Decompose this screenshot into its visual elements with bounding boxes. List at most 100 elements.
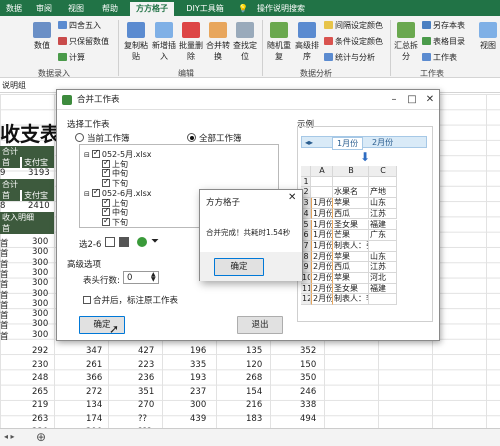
round-icon [58,21,67,29]
example-cell: 1月份 [311,208,333,220]
radio-selected-icon [187,133,196,142]
stats-button[interactable]: 统计与分析 [324,52,375,63]
example-cell: 水果名 [333,187,369,199]
radio-all-workbooks[interactable]: 全部工作簿 [187,132,242,144]
cell-value: 183 [246,413,263,424]
row-number: 11 [301,283,311,295]
advanced-options-label: 高级选项 [67,260,102,270]
cell-value: 154 [246,386,263,397]
find-locate-button[interactable]: 查找定位 [231,22,259,62]
sheet-nav-icon[interactable]: ◂ ▸ [4,432,24,442]
example-row: 8 2月份 苹果 山东 [301,251,397,263]
tree-node-label: 上旬 [112,159,128,169]
merge-convert-button[interactable]: 合并转换 [204,22,232,62]
view-button[interactable]: 视图 [476,22,500,51]
example-row: 102月份苹果河北 [301,273,397,284]
summary-split-button[interactable]: 汇总拆分 [392,22,420,62]
cell-value: 338 [300,400,317,410]
checkbox-icon[interactable] [102,177,110,188]
cell-value: 3193 [28,168,50,178]
number-button[interactable]: 数值 [30,22,54,51]
cell-value: 236 [138,373,155,383]
tab-data[interactable]: 数据 [0,2,28,16]
checkbox-icon [83,296,91,304]
batch-delete-button[interactable]: 批量删除 [177,22,205,62]
example-cell [311,187,333,199]
advanced-sort-button[interactable]: 高级排序 [293,22,321,62]
collapse-icon[interactable]: ⊟ [84,190,90,198]
random-repeat-button[interactable]: 随机重复 [265,22,293,62]
collapse-icon[interactable]: ⊟ [84,151,90,159]
tab-diy-toolbox[interactable]: DIY工具箱 [180,2,230,16]
tab-search-help[interactable]: 操作说明搜索 [250,2,312,16]
cell: 8 [0,201,6,211]
add-sheet-icon[interactable]: ⊕ [36,430,46,444]
tab-fangfang[interactable]: 方方格子 [130,2,174,16]
example-cell: 西瓜 [333,262,369,273]
add-file-icon[interactable] [137,237,147,247]
example-row: 6 1月份 芒果 广东 [301,230,397,241]
mark-sheet-option[interactable]: 合并后，标注原工作表 [83,294,178,306]
close-icon[interactable]: ✕ [288,192,296,203]
cell-value: 300 [32,329,49,340]
message-ok-button[interactable]: 确定 [214,258,264,276]
example-cell: 2月份 [311,273,333,284]
example-row: 71月份制表人：张伟 [301,240,397,252]
cell-value: 263 [32,413,49,424]
sheet-dir-button[interactable]: 表格目录 [422,36,465,47]
example-cell [369,176,397,188]
checkbox-icon[interactable] [91,148,100,158]
summary-split-icon [397,22,415,38]
minimize-icon[interactable]: – [387,93,401,107]
copy-paste-button[interactable]: 复制粘贴 [122,22,150,62]
group-data-analysis: 数据分析 [300,69,332,78]
cell-value: 246 [300,386,317,397]
row-color-button[interactable]: 间隔设定颜色 [324,20,383,31]
tab-help[interactable]: 帮助 [96,2,124,16]
cell-value: 174 [86,413,103,424]
example-cell: 2月份 [311,251,333,263]
tab-view[interactable]: 视图 [62,2,90,16]
tree-node[interactable]: 下旬 [102,216,128,228]
cell-value: 352 [300,346,317,356]
green-cell: 首 [0,157,20,168]
filter-icon[interactable]: ⏷ [151,236,159,247]
cell-value: 439 [190,413,207,424]
maximize-icon[interactable]: □ [405,93,419,107]
tab-review[interactable]: 审阅 [30,2,58,16]
save-sheet-button[interactable]: 另存本表 [422,20,465,31]
radio-current-workbook[interactable]: 当前工作簿 [75,132,130,144]
example-tab: 2月份 [372,138,394,147]
close-icon[interactable]: ✕ [423,93,437,107]
example-cell: 2月份 [311,294,333,306]
example-cell: 福建 [369,219,397,231]
exit-button[interactable]: 退出 [237,316,283,334]
new-insert-icon [155,22,173,38]
checkbox-icon[interactable] [102,216,110,226]
calc-button[interactable]: 计算 [58,52,85,63]
cell-value: 120 [246,359,263,370]
cond-color-button[interactable]: 条件设定颜色 [324,36,383,47]
keep-value-button[interactable]: 只保留数值 [58,36,109,47]
example-cell: 江苏 [369,262,397,273]
example-cell: 苹果 [333,251,369,263]
example-row: 112月份圣女果福建 [301,283,397,295]
example-cell: 2月份 [311,283,333,295]
cell-label: 首 [0,331,9,342]
spinner-icon[interactable]: ▲ ▼ [151,272,156,283]
tree-node-label: 上旬 [112,198,128,208]
select-all-icon[interactable] [105,237,115,247]
example-cell [311,176,333,188]
checkbox-icon[interactable] [91,187,100,197]
example-cell: 产地 [369,187,397,199]
invert-select-icon[interactable] [119,237,129,247]
cell-value: 300 [32,247,49,258]
new-insert-button[interactable]: 新增插入 [150,22,178,62]
radio-icon [75,133,84,142]
sort-icon [298,22,316,38]
lightbulb-icon: 💡 [238,4,248,13]
example-cell [333,176,369,188]
arrow-down-icon: ⬇ [360,150,371,164]
worksheet-button[interactable]: 工作表 [422,52,457,63]
round-button[interactable]: 四舍五入 [58,20,101,31]
